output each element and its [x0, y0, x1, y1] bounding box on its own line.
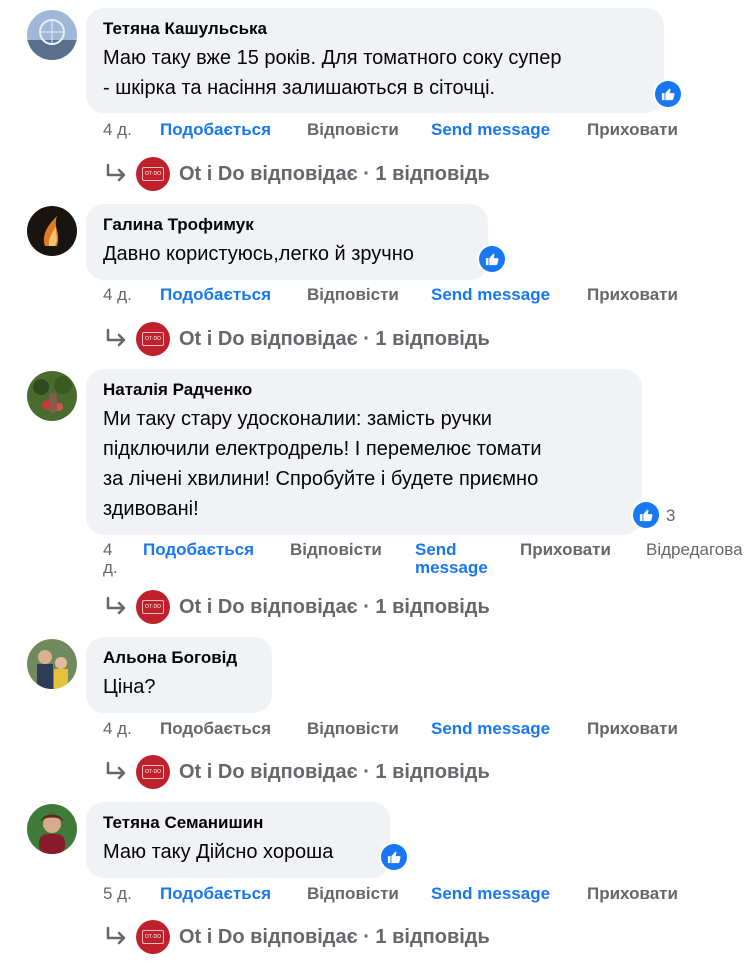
- reply-arrow-icon: [106, 328, 126, 347]
- send-message-button[interactable]: Send message: [431, 719, 550, 739]
- hide-button[interactable]: Приховати: [587, 285, 678, 305]
- reply-thread-text: Ot i Do відповідає · 1 відповідь: [179, 925, 490, 948]
- comment-text-line: за лічені хвилини! Спробуйте і будете пр…: [103, 468, 539, 490]
- reply-thread-link[interactable]: OT·DO Ot i Do відповідає · 1 відповідь: [104, 589, 490, 625]
- reply-button[interactable]: Відповісти: [307, 285, 399, 305]
- send-message-button[interactable]: Send message: [431, 884, 550, 904]
- send-message-button[interactable]: Send message: [431, 120, 550, 140]
- comment-bubble: Наталія Радченко Ми таку стару удосконал…: [86, 369, 642, 535]
- avatar[interactable]: [27, 10, 77, 60]
- comment-text-line: Маю таку вже 15 років. Для томатного сок…: [103, 47, 562, 69]
- like-reaction-badge[interactable]: [631, 500, 661, 530]
- reply-button[interactable]: Відповісти: [307, 120, 399, 140]
- comment-text-line: Ціна?: [103, 676, 156, 698]
- reply-thread-link[interactable]: OT·DO Ot i Do відповідає · 1 відповідь: [104, 321, 490, 357]
- page-avatar: OT·DO: [136, 157, 170, 191]
- like-button[interactable]: Подобається: [143, 540, 254, 560]
- page-avatar: OT·DO: [136, 322, 170, 356]
- reply-thread-text: Ot i Do відповідає · 1 відповідь: [179, 760, 490, 783]
- comment-timestamp[interactable]: 4 д.: [103, 120, 132, 140]
- reply-button[interactable]: Відповісти: [307, 884, 399, 904]
- comment-bubble: Альона Боговід Ціна?: [86, 637, 272, 713]
- hide-button[interactable]: Приховати: [587, 719, 678, 739]
- comment-author[interactable]: Галина Трофимук: [103, 214, 472, 236]
- thumbs-up-icon: [381, 844, 407, 870]
- comment-timestamp[interactable]: 5 д.: [103, 884, 132, 904]
- reply-arrow-icon: [106, 163, 126, 182]
- like-button[interactable]: Подобається: [160, 285, 271, 305]
- reply-button[interactable]: Відповісти: [307, 719, 399, 739]
- like-reaction-badge[interactable]: [379, 842, 409, 872]
- thumbs-up-icon: [479, 246, 505, 272]
- like-reaction-badge[interactable]: [477, 244, 507, 274]
- hide-button[interactable]: Приховати: [587, 120, 678, 140]
- reply-thread-text: Ot i Do відповідає · 1 відповідь: [179, 327, 490, 350]
- comment-timestamp[interactable]: 4: [103, 540, 112, 560]
- hide-button[interactable]: Приховати: [587, 884, 678, 904]
- comment-text-line: Давно користуюсь,легко й зручно: [103, 243, 414, 265]
- like-button[interactable]: Подобається: [160, 120, 271, 140]
- comment-author[interactable]: Тетяна Семанишин: [103, 812, 374, 834]
- send-message-button[interactable]: Send: [415, 540, 457, 560]
- comment-bubble: Тетяна Кашульська Маю таку вже 15 років.…: [86, 8, 664, 113]
- comment-text-line: Маю таку Дійсно хороша: [103, 841, 334, 863]
- comment-bubble: Тетяна Семанишин Маю таку Дійсно хороша: [86, 802, 390, 878]
- like-count[interactable]: 3: [666, 506, 675, 526]
- avatar[interactable]: [27, 639, 77, 689]
- comment-timestamp[interactable]: 4 д.: [103, 285, 132, 305]
- comment-author[interactable]: Наталія Радченко: [103, 379, 626, 401]
- comment-author[interactable]: Альона Боговід: [103, 647, 256, 669]
- reply-arrow-icon: [106, 761, 126, 780]
- comment-text-line: Ми таку стару удосконалии: замість ручки: [103, 408, 492, 430]
- reply-arrow-icon: [106, 596, 126, 615]
- reply-arrow-icon: [106, 926, 126, 945]
- comment-text-line: здивовані!: [103, 498, 199, 520]
- like-button[interactable]: Подобається: [160, 884, 271, 904]
- avatar[interactable]: [27, 206, 77, 256]
- like-button[interactable]: Подобається: [160, 719, 271, 739]
- comment-author[interactable]: Тетяна Кашульська: [103, 18, 648, 40]
- reply-thread-link[interactable]: OT·DO Ot i Do відповідає · 1 відповідь: [104, 156, 490, 192]
- comment-text-line: підключили електродрель! І перемелює том…: [103, 438, 542, 460]
- comment-timestamp[interactable]: 4 д.: [103, 719, 132, 739]
- edited-label[interactable]: Відредагова: [646, 540, 752, 560]
- reply-button[interactable]: Відповісти: [290, 540, 382, 560]
- avatar[interactable]: [27, 371, 77, 421]
- comment-text-line: - шкірка та насіння залишаються в сіточц…: [103, 77, 496, 99]
- reply-thread-text: Ot i Do відповідає · 1 відповідь: [179, 162, 490, 185]
- avatar[interactable]: [27, 804, 77, 854]
- page-avatar: OT·DO: [136, 590, 170, 624]
- comment-bubble: Галина Трофимук Давно користуюсь,легко й…: [86, 204, 488, 280]
- hide-button[interactable]: Приховати: [520, 540, 611, 560]
- reply-thread-link[interactable]: OT·DO Ot i Do відповідає · 1 відповідь: [104, 919, 490, 955]
- send-message-button[interactable]: message: [415, 558, 488, 578]
- like-reaction-badge[interactable]: [653, 79, 683, 109]
- thumbs-up-icon: [655, 81, 681, 107]
- reply-thread-link[interactable]: OT·DO Ot i Do відповідає · 1 відповідь: [104, 754, 490, 790]
- reply-thread-text: Ot i Do відповідає · 1 відповідь: [179, 595, 490, 618]
- thumbs-up-icon: [633, 502, 659, 528]
- page-avatar: OT·DO: [136, 920, 170, 954]
- comment-timestamp[interactable]: д.: [103, 558, 118, 578]
- send-message-button[interactable]: Send message: [431, 285, 550, 305]
- page-avatar: OT·DO: [136, 755, 170, 789]
